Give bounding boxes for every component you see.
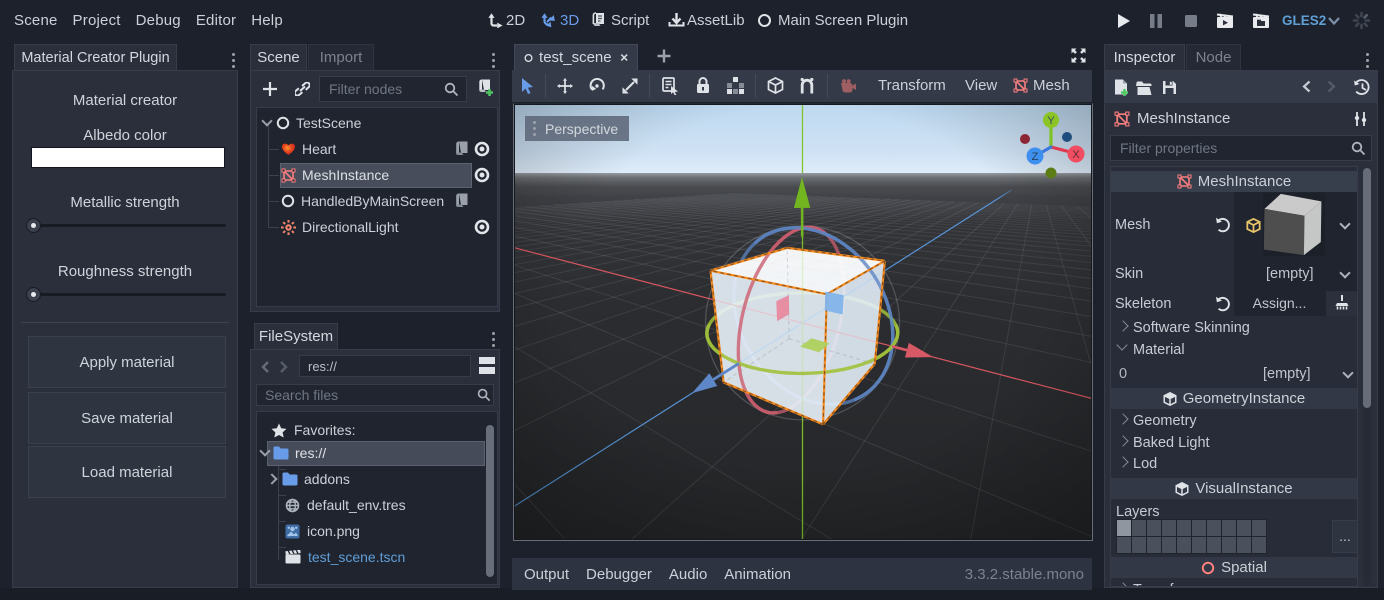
svg-text:Y: Y [1047, 115, 1055, 127]
svg-text:Z: Z [1032, 151, 1039, 163]
svg-text:X: X [1072, 149, 1080, 161]
